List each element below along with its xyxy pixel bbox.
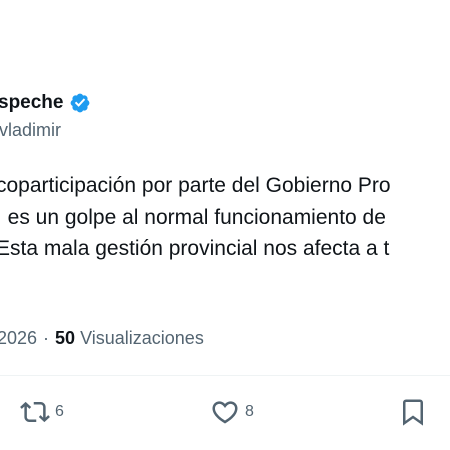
bookmark-icon <box>403 399 423 426</box>
tweet-meta: 2026 · 50 Visualizaciones <box>0 328 204 349</box>
like-count: 8 <box>245 403 254 420</box>
tweet-date[interactable]: 2026 <box>0 328 37 349</box>
views-count: 50 <box>55 328 76 348</box>
author-name[interactable]: speche <box>0 92 63 114</box>
author-handle[interactable]: vladimir <box>0 120 61 141</box>
retweet-count: 6 <box>55 403 64 420</box>
tweet-line: Esta mala gestión provincial nos afecta … <box>0 237 390 260</box>
tweet-line: , es un golpe al normal funcionamiento d… <box>0 205 386 229</box>
like-button[interactable]: 8 <box>210 397 254 427</box>
author-row[interactable]: speche <box>0 90 91 116</box>
tweet-detail: speche vladimir coparticipación por part… <box>0 0 450 450</box>
views-label[interactable]: Visualizaciones <box>80 328 204 349</box>
bookmark-button[interactable] <box>398 397 428 427</box>
divider <box>0 375 450 376</box>
verified-badge-icon <box>71 93 90 113</box>
heart-icon <box>212 401 238 424</box>
retweet-icon <box>20 401 50 423</box>
tweet-text: coparticipación por parte del Gobierno P… <box>0 170 391 265</box>
retweet-button[interactable]: 6 <box>20 397 64 427</box>
meta-separator: · <box>43 328 50 348</box>
tweet-line: coparticipación por parte del Gobierno P… <box>0 174 391 197</box>
